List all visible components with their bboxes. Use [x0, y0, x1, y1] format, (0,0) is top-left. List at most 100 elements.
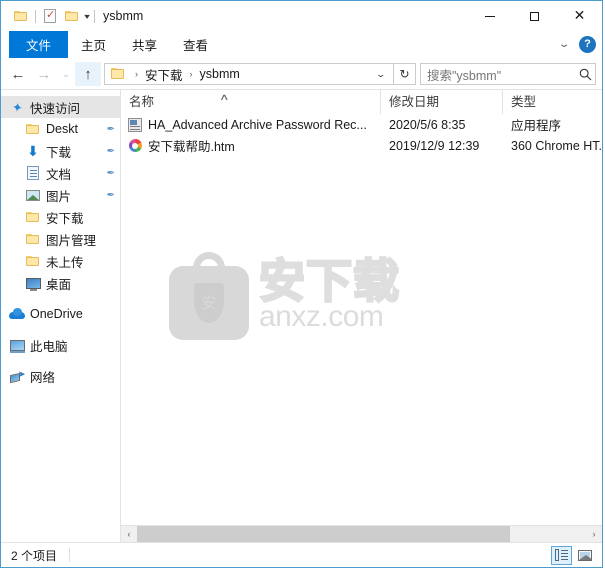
- search-input[interactable]: 搜索"ysbmm": [421, 65, 575, 84]
- qat-new-folder-button[interactable]: [61, 5, 83, 27]
- table-row[interactable]: 安下载帮助.htm 2019/12/9 12:39 360 Chrome HT.…: [121, 135, 602, 156]
- tab-home[interactable]: 主页: [68, 31, 119, 58]
- sidebar-item-label: 快速访问: [30, 101, 81, 116]
- pin-icon: ✒: [106, 123, 115, 135]
- quick-access-toolbar: ▾ ysbmm: [1, 5, 143, 27]
- tab-share[interactable]: 共享: [119, 31, 170, 58]
- sidebar-item-desktop-pinned[interactable]: Deskt ✒: [1, 118, 120, 140]
- expand-ribbon-chevron-down-icon[interactable]: ⌄: [553, 39, 575, 50]
- sidebar-item-network[interactable]: 网络: [1, 365, 120, 387]
- cloud-icon: [9, 306, 25, 322]
- file-date-cell: 2020/5/6 8:35: [389, 117, 466, 132]
- details-view-button[interactable]: [551, 545, 572, 565]
- maximize-button[interactable]: [512, 1, 557, 31]
- sidebar-item-desktop[interactable]: 桌面: [1, 272, 120, 294]
- status-bar: 2 个项目: [1, 542, 602, 567]
- minimize-icon: [484, 15, 495, 17]
- tab-view[interactable]: 查看: [170, 31, 221, 58]
- breadcrumb-item-1[interactable]: ysbmm: [198, 67, 242, 81]
- breadcrumb-dropdown-chevron-down-icon[interactable]: ⌄: [365, 69, 398, 80]
- minimize-button[interactable]: [467, 1, 512, 31]
- folder-icon: [25, 209, 41, 225]
- table-row[interactable]: HA_Advanced Archive Password Rec... 2020…: [121, 114, 602, 135]
- sidebar-item-label: 安下载: [46, 211, 84, 226]
- breadcrumb-folder-icon: [111, 68, 126, 80]
- folder-icon: [25, 253, 41, 269]
- item-count-label: 2 个项目: [11, 548, 58, 563]
- sidebar-item-documents[interactable]: 文档 ✒: [1, 162, 120, 184]
- folder-icon: [25, 121, 41, 137]
- breadcrumb-separator-0: ›: [135, 69, 138, 79]
- file-name-cell[interactable]: HA_Advanced Archive Password Rec...: [121, 117, 381, 133]
- nav-gap-1: [1, 294, 120, 303]
- pin-icon: ✒: [106, 145, 115, 157]
- sidebar-item-picture-management[interactable]: 图片管理: [1, 228, 120, 250]
- close-button[interactable]: ✕: [557, 1, 602, 31]
- navigation-pane: ✦ 快速访问 Deskt ✒ ⬇ 下载 ✒ 文档 ✒ 图片 ✒ 安下载 图片管理…: [1, 90, 121, 542]
- sidebar-item-label: 网络: [30, 370, 56, 385]
- horizontal-scrollbar[interactable]: ‹ ›: [121, 525, 602, 542]
- search-box[interactable]: 搜索"ysbmm": [420, 63, 596, 85]
- desktop-icon: [25, 275, 41, 291]
- qat-folder-button[interactable]: [10, 5, 32, 27]
- forward-button[interactable]: →: [31, 62, 57, 86]
- sidebar-item-downloads[interactable]: ⬇ 下载 ✒: [1, 140, 120, 162]
- file-type-cell: 360 Chrome HT...: [511, 138, 602, 153]
- scrollbar-thumb[interactable]: [137, 526, 510, 542]
- maximize-icon: [530, 11, 539, 21]
- up-button[interactable]: ↑: [75, 62, 101, 86]
- download-icon: ⬇: [27, 143, 39, 159]
- large-icons-view-icon: [577, 549, 592, 561]
- sidebar-item-label: 桌面: [46, 277, 72, 292]
- search-icon[interactable]: [575, 68, 595, 81]
- tab-file[interactable]: 文件: [9, 31, 69, 58]
- document-icon: [25, 165, 41, 181]
- new-folder-icon: [64, 10, 80, 22]
- sidebar-item-label: Deskt: [46, 122, 78, 136]
- sidebar-item-not-uploaded[interactable]: 未上传: [1, 250, 120, 272]
- sidebar-item-label: 此电脑: [30, 339, 68, 354]
- sidebar-item-onedrive[interactable]: OneDrive: [1, 303, 120, 325]
- refresh-button[interactable]: ↻: [394, 63, 416, 85]
- scroll-right-icon[interactable]: ›: [586, 526, 602, 542]
- status-divider: [69, 548, 71, 562]
- breadcrumb[interactable]: › 安下载 › ysbmm ⌄: [104, 63, 394, 85]
- scroll-left-icon[interactable]: ‹: [121, 526, 137, 542]
- folder-icon: [13, 10, 29, 22]
- details-view-icon: [555, 549, 568, 561]
- logo-shield-char: 安: [201, 293, 217, 312]
- file-name-cell[interactable]: 安下载帮助.htm: [121, 136, 381, 155]
- recent-locations-chevron-down-icon[interactable]: ⌄: [57, 62, 75, 86]
- large-icons-view-button[interactable]: [574, 546, 595, 565]
- file-type-cell: 应用程序: [511, 119, 562, 133]
- qat-properties-button[interactable]: [39, 5, 61, 27]
- file-date-cell: 2019/12/9 12:39: [389, 138, 480, 153]
- sidebar-item-quick-access[interactable]: ✦ 快速访问: [1, 96, 120, 118]
- window-controls: ✕: [467, 1, 602, 31]
- ribbon-tab-bar: 文件 主页 共享 查看 ⌄ ?: [1, 31, 602, 59]
- sidebar-item-anxiazai[interactable]: 安下载: [1, 206, 120, 228]
- help-icon[interactable]: ?: [579, 36, 596, 53]
- sidebar-item-this-pc[interactable]: 此电脑: [1, 334, 120, 356]
- ribbon-right-controls: ⌄ ?: [557, 31, 596, 58]
- 360-chrome-icon: [127, 138, 143, 154]
- pictures-icon: [25, 187, 41, 203]
- sidebar-item-label: 图片管理: [46, 233, 97, 248]
- address-bar: ← → ⌄ ↑ › 安下载 › ysbmm ⌄ ↻ 搜索"ysbmm": [1, 59, 602, 89]
- column-header-name[interactable]: 名称 ∧: [121, 90, 381, 114]
- properties-icon: [44, 8, 56, 23]
- scrollbar-track[interactable]: [137, 526, 586, 542]
- column-header-date[interactable]: 修改日期: [381, 90, 503, 114]
- column-headers: 名称 ∧ 修改日期 类型: [121, 90, 602, 114]
- this-pc-icon: [9, 337, 25, 353]
- file-list-pane: 名称 ∧ 修改日期 类型 HA_Advanced Archive Passwor…: [121, 90, 602, 542]
- sidebar-item-label: 文档: [46, 167, 72, 182]
- back-button[interactable]: ←: [5, 62, 31, 86]
- watermark: 安 安下载 anxz.com: [169, 236, 429, 356]
- breadcrumb-item-0[interactable]: 安下载: [143, 65, 185, 84]
- sidebar-item-pictures[interactable]: 图片 ✒: [1, 184, 120, 206]
- application-icon: [127, 117, 143, 133]
- anxz-logo-icon: 安: [169, 250, 251, 342]
- column-header-type[interactable]: 类型: [503, 90, 602, 114]
- chevron-down-icon[interactable]: ▾: [81, 12, 92, 21]
